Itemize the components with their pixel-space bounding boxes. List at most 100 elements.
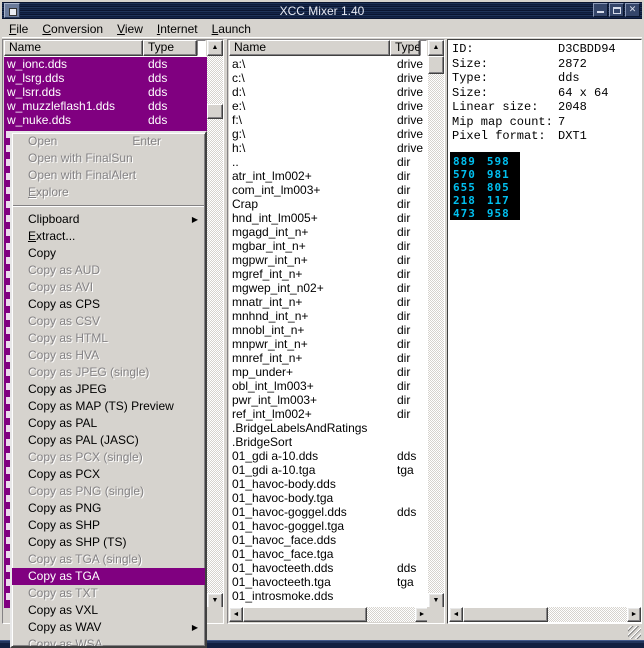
scroll-up-icon[interactable]: ▲ <box>207 40 223 56</box>
left-column-header-name[interactable]: Name <box>4 40 143 56</box>
middle-horizontal-scrollbar[interactable]: ◄ ► <box>229 607 429 622</box>
close-button[interactable]: ✕ <box>625 3 640 17</box>
scroll-left-icon[interactable]: ◄ <box>229 607 243 622</box>
menu-item-copy-as-cps[interactable]: Copy as CPS <box>12 296 205 313</box>
file-row[interactable]: mnref_int_n+dir <box>229 351 429 365</box>
menubar-item-conversion[interactable]: Conversion <box>35 21 110 37</box>
file-row[interactable]: mgwep_int_n02+dir <box>229 281 429 295</box>
menu-item-label: Clipboard <box>28 212 79 226</box>
file-row[interactable]: w_lsrr.ddsdds <box>4 85 208 99</box>
file-row[interactable]: .BridgeSort <box>229 435 429 449</box>
file-row[interactable]: pwr_int_lm003+dir <box>229 393 429 407</box>
preview-number: 805 <box>487 181 510 194</box>
menu-item-copy-as-wav[interactable]: Copy as WAV▶ <box>12 619 205 636</box>
file-row[interactable]: mp_under+dir <box>229 365 429 379</box>
file-row[interactable]: hnd_int_lm005+dir <box>229 211 429 225</box>
file-row[interactable]: 01_havoc_face.tga <box>229 547 429 561</box>
middle-vertical-scrollbar[interactable]: ▲ ▼ <box>428 40 444 609</box>
left-scrollbar-track[interactable] <box>207 56 223 593</box>
file-row[interactable]: c:\drive <box>229 71 429 85</box>
info-value: 2048 <box>558 100 587 115</box>
file-name: w_lsrg.dds <box>7 71 64 85</box>
title-bar[interactable]: XCC Mixer 1.40 ✕ <box>2 2 642 19</box>
file-row[interactable]: 01_havoc-goggel.tga <box>229 519 429 533</box>
menu-item-copy-as-map-ts-preview[interactable]: Copy as MAP (TS) Preview <box>12 398 205 415</box>
menu-accelerator: Enter <box>132 133 161 150</box>
scroll-right-icon[interactable]: ► <box>627 607 641 622</box>
file-row[interactable]: ..dir <box>229 155 429 169</box>
file-row[interactable]: 01_havoc-goggel.ddsdds <box>229 505 429 519</box>
menubar-item-launch[interactable]: Launch <box>205 21 258 37</box>
file-row[interactable]: mgagd_int_n+dir <box>229 225 429 239</box>
menu-item-copy-as-pcx[interactable]: Copy as PCX <box>12 466 205 483</box>
menu-item-label: Copy as CPS <box>28 297 100 311</box>
menu-item-copy-as-shp-ts[interactable]: Copy as SHP (TS) <box>12 534 205 551</box>
file-row[interactable]: a:\drive <box>229 57 429 71</box>
menu-item-clipboard[interactable]: Clipboard▶ <box>12 211 205 228</box>
minimize-button[interactable] <box>593 3 608 17</box>
middle-column-header-type[interactable]: Type <box>390 40 420 56</box>
menubar-item-view[interactable]: View <box>110 21 150 37</box>
file-row[interactable]: com_int_lm003+dir <box>229 183 429 197</box>
file-row[interactable]: 01_havocteeth.tgatga <box>229 575 429 589</box>
file-row[interactable]: g:\drive <box>229 127 429 141</box>
right-hscrollbar-thumb[interactable] <box>463 607 548 622</box>
file-row[interactable]: 01_gdi a-10.ddsdds <box>229 449 429 463</box>
middle-hscrollbar-thumb[interactable] <box>243 607 367 622</box>
left-column-header-type[interactable]: Type <box>143 40 197 56</box>
menu-item-copy-as-tga[interactable]: Copy as TGA <box>12 568 205 585</box>
file-row[interactable]: 01_havoc_face.dds <box>229 533 429 547</box>
menu-item-label: Copy as HTML <box>28 331 108 345</box>
file-row[interactable]: mnhnd_int_n+dir <box>229 309 429 323</box>
right-horizontal-scrollbar[interactable]: ◄ ► <box>449 607 641 622</box>
file-row[interactable]: 01_havoc-body.tga <box>229 491 429 505</box>
file-row[interactable]: w_muzzleflash1.ddsdds <box>4 99 208 113</box>
menu-item-copy-as-jpeg[interactable]: Copy as JPEG <box>12 381 205 398</box>
file-row[interactable]: w_nuke.ddsdds <box>4 113 208 127</box>
scroll-left-icon[interactable]: ◄ <box>449 607 463 622</box>
file-row[interactable]: 01_gdi a-10.tgatga <box>229 463 429 477</box>
middle-file-list[interactable]: a:\drivec:\drived:\drivee:\drivef:\drive… <box>229 56 429 608</box>
file-row[interactable]: d:\drive <box>229 85 429 99</box>
file-row[interactable]: mnobl_int_n+dir <box>229 323 429 337</box>
middle-column-header-name[interactable]: Name <box>229 40 390 56</box>
file-row[interactable]: e:\drive <box>229 99 429 113</box>
menubar-item-internet[interactable]: Internet <box>150 21 205 37</box>
file-row[interactable]: f:\drive <box>229 113 429 127</box>
middle-scrollbar-track[interactable] <box>428 56 444 593</box>
file-row[interactable]: 01_havocteeth.ddsdds <box>229 561 429 575</box>
file-row[interactable]: mgref_int_n+dir <box>229 267 429 281</box>
menu-item-extract[interactable]: Extract... <box>12 228 205 245</box>
file-row[interactable]: w_lsrg.ddsdds <box>4 71 208 85</box>
scroll-up-icon[interactable]: ▲ <box>428 40 444 56</box>
file-row[interactable]: h:\drive <box>229 141 429 155</box>
menu-item-copy-as-pal[interactable]: Copy as PAL <box>12 415 205 432</box>
file-row[interactable]: 01_introsmoke.dds <box>229 589 429 603</box>
resize-grip[interactable] <box>628 626 641 639</box>
file-row[interactable]: mgbar_int_n+dir <box>229 239 429 253</box>
file-row[interactable]: Crapdir <box>229 197 429 211</box>
file-row[interactable]: atr_int_lm002+dir <box>229 169 429 183</box>
menu-item-copy-as-png[interactable]: Copy as PNG <box>12 500 205 517</box>
file-row[interactable]: w_ionc.ddsdds <box>4 57 208 71</box>
middle-file-panel: Name Type a:\drivec:\drived:\drivee:\dri… <box>227 39 445 624</box>
left-vertical-scrollbar[interactable]: ▲ ▼ <box>207 40 223 609</box>
maximize-button[interactable] <box>609 3 624 17</box>
menu-item-label: Copy as PAL <box>28 416 97 430</box>
menu-item-copy-as-vxl[interactable]: Copy as VXL <box>12 602 205 619</box>
menu-item-copy-as-pal-jasc[interactable]: Copy as PAL (JASC) <box>12 432 205 449</box>
file-row[interactable]: mgpwr_int_n+dir <box>229 253 429 267</box>
menubar-item-file[interactable]: File <box>2 21 35 37</box>
menu-item-copy[interactable]: Copy <box>12 245 205 262</box>
menu-item-label: Copy as SHP <box>28 518 100 532</box>
file-row[interactable]: mnatr_int_n+dir <box>229 295 429 309</box>
menu-item-copy-as-shp[interactable]: Copy as SHP <box>12 517 205 534</box>
left-scrollbar-thumb[interactable] <box>207 104 223 119</box>
file-row[interactable]: 01_havoc-body.dds <box>229 477 429 491</box>
file-row[interactable]: mnpwr_int_n+dir <box>229 337 429 351</box>
file-row[interactable]: obl_int_lm003+dir <box>229 379 429 393</box>
xcc-mixer-window: { "colors": { "selection": "#800080", "t… <box>0 0 644 648</box>
middle-scrollbar-thumb[interactable] <box>428 56 444 74</box>
file-row[interactable]: .BridgeLabelsAndRatings <box>229 421 429 435</box>
file-row[interactable]: ref_int_lm002+dir <box>229 407 429 421</box>
